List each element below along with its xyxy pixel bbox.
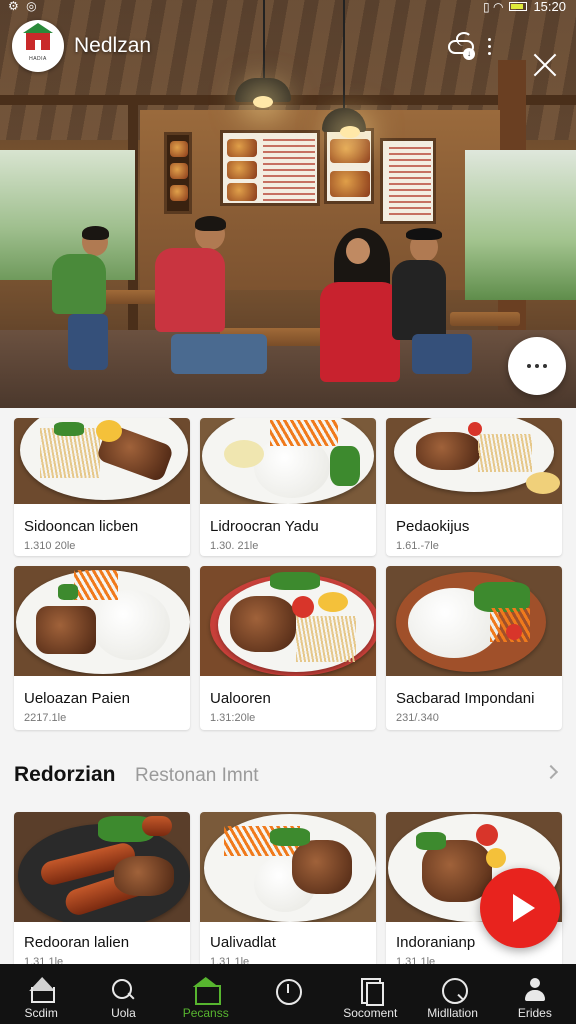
home-icon <box>28 977 56 1003</box>
nav-label: Pecanss <box>182 1006 229 1020</box>
play-video-button[interactable] <box>480 868 560 948</box>
food-price: 1.31 1le <box>210 956 250 964</box>
status-icons-left: ⚙ ◎ <box>8 0 39 13</box>
food-photo <box>386 418 562 504</box>
timer-icon <box>275 977 302 1005</box>
profile-icon <box>522 977 548 1003</box>
nav-label: Scdim <box>24 1006 58 1020</box>
chat-icon <box>440 977 468 1004</box>
shop-icon <box>193 977 221 1005</box>
food-card[interactable]: Lidroocran Yadu 1.30. 21le <box>200 418 376 556</box>
food-photo <box>14 566 190 676</box>
food-photo <box>200 418 376 504</box>
food-name: Redooran lalien <box>24 934 130 951</box>
close-button[interactable] <box>528 48 562 82</box>
food-photo <box>14 812 190 922</box>
status-time: 15:20 <box>533 0 566 14</box>
nav-item-shop[interactable]: Pecanss <box>165 964 247 1024</box>
house-logo-icon <box>23 23 53 50</box>
food-name: Ueloazan Paien <box>24 690 130 707</box>
battery-icon <box>509 2 528 11</box>
food-price: 2217.1le <box>24 712 67 724</box>
food-price: 1.61.-7le <box>396 540 439 552</box>
food-price: 1.31 1le <box>24 956 64 964</box>
app-root: ⚙ ◎ ▯ ◠ 15:20 HADIA Nedlzan ↓ Sidooncan … <box>0 0 576 1024</box>
food-photo <box>14 418 190 504</box>
overflow-menu-button[interactable] <box>486 38 494 56</box>
nav-label: Socoment <box>343 1006 398 1020</box>
food-card[interactable]: Ualivadlat 1.31 1le <box>200 812 376 964</box>
dot-icon <box>527 364 531 368</box>
section-header[interactable]: Redorzian Restonan Imnt <box>14 761 562 791</box>
app-title: Nedlzan <box>74 34 152 57</box>
more-options-button[interactable] <box>508 337 566 395</box>
food-price: 231/.340 <box>396 712 439 724</box>
chevron-right-icon[interactable] <box>543 764 559 780</box>
nav-label: Uola <box>111 1006 136 1020</box>
food-photo <box>200 812 376 922</box>
food-card[interactable]: Ueloazan Paien 2217.1le <box>14 566 190 730</box>
food-name: Indoranianp <box>396 934 476 951</box>
food-price: 1.31:20le <box>210 712 256 724</box>
food-photo <box>386 566 562 676</box>
app-logo[interactable]: HADIA <box>12 20 64 72</box>
nav-item-home[interactable]: Scdim <box>0 964 82 1024</box>
dot-icon <box>535 364 539 368</box>
section-subtitle: Restonan Imnt <box>135 765 259 786</box>
cloud-download-button[interactable]: ↓ <box>446 32 478 60</box>
food-card[interactable]: Pedaokijus 1.61.-7le <box>386 418 562 556</box>
search-icon <box>110 977 136 1003</box>
food-name: Lidroocran Yadu <box>210 518 319 535</box>
logo-text: HADIA <box>29 56 47 62</box>
food-price: 1.30. 21le <box>210 540 259 552</box>
food-name: Pedaokijus <box>396 518 470 535</box>
nav-item-search[interactable]: Uola <box>82 964 164 1024</box>
nav-label: Erides <box>517 1006 552 1020</box>
food-name: Ualivadlat <box>210 934 276 951</box>
download-badge: ↓ <box>463 48 475 60</box>
section-title: Redorzian <box>14 763 116 786</box>
food-card[interactable]: Ualooren 1.31:20le <box>200 566 376 730</box>
nav-item-profile[interactable]: Erides <box>494 964 576 1024</box>
food-card[interactable]: Redooran lalien 1.31 1le <box>14 812 190 964</box>
nav-item-document[interactable]: Socoment <box>329 964 411 1024</box>
food-name: Sidooncan licben <box>24 518 139 535</box>
bottom-navigation: Scdim Uola Pecanss Socoment Midllation E… <box>0 964 576 1024</box>
food-name: Ualooren <box>210 690 271 707</box>
top-app-bar: HADIA Nedlzan ↓ <box>0 18 576 74</box>
dot-icon <box>543 364 547 368</box>
document-icon <box>357 977 385 1006</box>
status-bar: ⚙ ◎ ▯ ◠ 15:20 <box>0 0 576 14</box>
status-icons-right: ▯ ◠ <box>483 0 504 14</box>
food-name: Sacbarad Impondani <box>396 690 535 707</box>
food-price: 1.310 20le <box>24 540 76 552</box>
nav-label: Midllation <box>427 1006 478 1020</box>
food-price: 1.31 1le <box>396 956 436 964</box>
food-card[interactable]: Sidooncan licben 1.310 20le <box>14 418 190 556</box>
nav-item-chat[interactable]: Midllation <box>411 964 493 1024</box>
nav-item-timer[interactable] <box>247 964 329 1024</box>
food-photo <box>200 566 376 676</box>
food-card[interactable]: Sacbarad Impondani 231/.340 <box>386 566 562 730</box>
